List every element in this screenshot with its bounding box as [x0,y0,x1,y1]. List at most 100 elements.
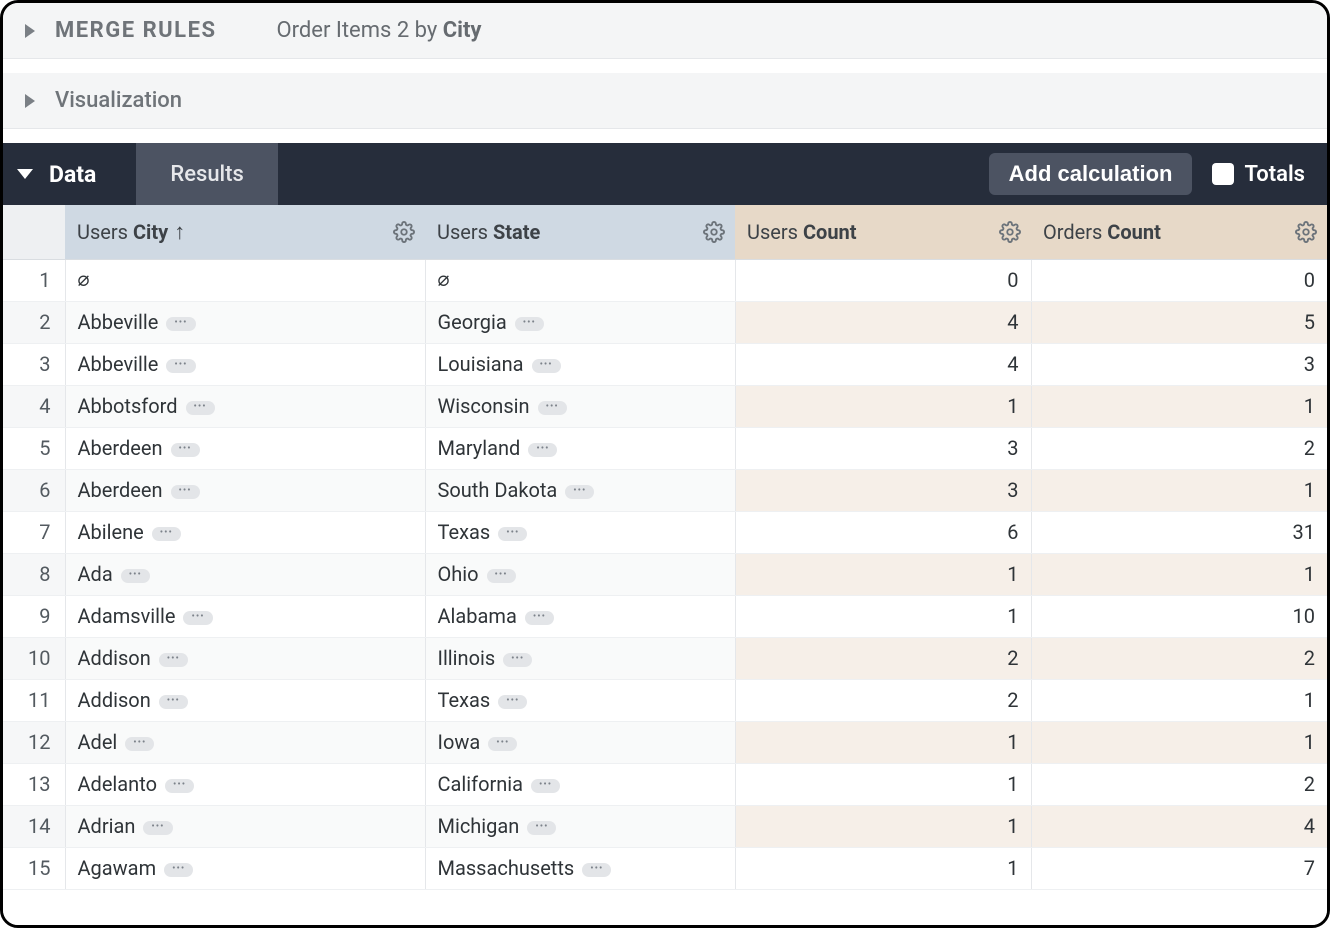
cell-orders-count[interactable]: 31 [1031,511,1327,553]
column-header-orders-count[interactable]: Orders Count [1031,205,1327,259]
cell-city[interactable]: Aberdeen [65,469,425,511]
gear-icon[interactable] [1295,221,1317,243]
tab-data[interactable]: Data [49,161,136,188]
cell-orders-count[interactable]: 1 [1031,553,1327,595]
cell-city[interactable]: Abbotsford [65,385,425,427]
cell-state[interactable]: Georgia [425,301,735,343]
ellipsis-icon[interactable] [125,737,154,751]
ellipsis-icon[interactable] [532,359,561,373]
ellipsis-icon[interactable] [528,443,557,457]
cell-state[interactable]: ∅ [425,259,735,301]
cell-state[interactable]: Illinois [425,637,735,679]
ellipsis-icon[interactable] [582,863,611,877]
cell-orders-count[interactable]: 10 [1031,595,1327,637]
ellipsis-icon[interactable] [143,821,172,835]
cell-orders-count[interactable]: 5 [1031,301,1327,343]
cell-orders-count[interactable]: 0 [1031,259,1327,301]
ellipsis-icon[interactable] [503,653,532,667]
cell-orders-count[interactable]: 1 [1031,721,1327,763]
cell-state[interactable]: California [425,763,735,805]
cell-orders-count[interactable]: 7 [1031,847,1327,889]
ellipsis-icon[interactable] [164,863,193,877]
cell-orders-count[interactable]: 1 [1031,385,1327,427]
ellipsis-icon[interactable] [183,611,212,625]
ellipsis-icon[interactable] [525,611,554,625]
cell-state[interactable]: Michigan [425,805,735,847]
cell-orders-count[interactable]: 1 [1031,469,1327,511]
cell-city[interactable]: Aberdeen [65,427,425,469]
cell-users-count[interactable]: 4 [735,343,1031,385]
cell-orders-count[interactable]: 2 [1031,637,1327,679]
column-header-users-count[interactable]: Users Count [735,205,1031,259]
cell-orders-count[interactable]: 4 [1031,805,1327,847]
cell-users-count[interactable]: 4 [735,301,1031,343]
ellipsis-icon[interactable] [538,401,567,415]
cell-city[interactable]: Addison [65,679,425,721]
cell-state[interactable]: Texas [425,511,735,553]
ellipsis-icon[interactable] [565,485,594,499]
cell-orders-count[interactable]: 2 [1031,763,1327,805]
gear-icon[interactable] [703,221,725,243]
ellipsis-icon[interactable] [171,443,200,457]
cell-users-count[interactable]: 1 [735,763,1031,805]
cell-users-count[interactable]: 3 [735,427,1031,469]
ellipsis-icon[interactable] [165,779,194,793]
ellipsis-icon[interactable] [166,317,195,331]
cell-users-count[interactable]: 6 [735,511,1031,553]
cell-users-count[interactable]: 1 [735,553,1031,595]
cell-users-count[interactable]: 3 [735,469,1031,511]
cell-state[interactable]: Iowa [425,721,735,763]
cell-city[interactable]: Abilene [65,511,425,553]
cell-users-count[interactable]: 1 [735,847,1031,889]
cell-users-count[interactable]: 2 [735,679,1031,721]
totals-toggle[interactable]: Totals [1212,162,1305,187]
merge-rules-section[interactable]: MERGE RULES Order Items 2 by City [3,3,1327,59]
ellipsis-icon[interactable] [498,695,527,709]
gear-icon[interactable] [999,221,1021,243]
ellipsis-icon[interactable] [121,569,150,583]
ellipsis-icon[interactable] [166,359,195,373]
ellipsis-icon[interactable] [515,317,544,331]
ellipsis-icon[interactable] [152,527,181,541]
ellipsis-icon[interactable] [487,569,516,583]
cell-users-count[interactable]: 1 [735,805,1031,847]
cell-city[interactable]: Abbeville [65,301,425,343]
cell-city[interactable]: Adelanto [65,763,425,805]
cell-city[interactable]: ∅ [65,259,425,301]
cell-orders-count[interactable]: 2 [1031,427,1327,469]
column-header-users-state[interactable]: Users State [425,205,735,259]
cell-state[interactable]: Massachusetts [425,847,735,889]
cell-state[interactable]: Maryland [425,427,735,469]
cell-users-count[interactable]: 1 [735,385,1031,427]
cell-city[interactable]: Adel [65,721,425,763]
cell-city[interactable]: Ada [65,553,425,595]
cell-orders-count[interactable]: 3 [1031,343,1327,385]
cell-city[interactable]: Agawam [65,847,425,889]
cell-city[interactable]: Adamsville [65,595,425,637]
cell-city[interactable]: Abbeville [65,343,425,385]
cell-users-count[interactable]: 2 [735,637,1031,679]
cell-orders-count[interactable]: 1 [1031,679,1327,721]
cell-city[interactable]: Addison [65,637,425,679]
cell-users-count[interactable]: 1 [735,595,1031,637]
totals-checkbox[interactable] [1212,163,1234,185]
cell-state[interactable]: Alabama [425,595,735,637]
cell-state[interactable]: Wisconsin [425,385,735,427]
ellipsis-icon[interactable] [171,485,200,499]
cell-state[interactable]: Ohio [425,553,735,595]
ellipsis-icon[interactable] [159,695,188,709]
ellipsis-icon[interactable] [531,779,560,793]
cell-city[interactable]: Adrian [65,805,425,847]
ellipsis-icon[interactable] [498,527,527,541]
column-header-users-city[interactable]: Users City↑ [65,205,425,259]
add-calculation-button[interactable]: Add calculation [989,153,1193,195]
visualization-section[interactable]: Visualization [3,73,1327,129]
cell-state[interactable]: Louisiana [425,343,735,385]
gear-icon[interactable] [393,221,415,243]
ellipsis-icon[interactable] [159,653,188,667]
ellipsis-icon[interactable] [186,401,215,415]
chevron-down-icon[interactable] [17,169,33,179]
ellipsis-icon[interactable] [527,821,556,835]
cell-users-count[interactable]: 1 [735,721,1031,763]
cell-state[interactable]: South Dakota [425,469,735,511]
